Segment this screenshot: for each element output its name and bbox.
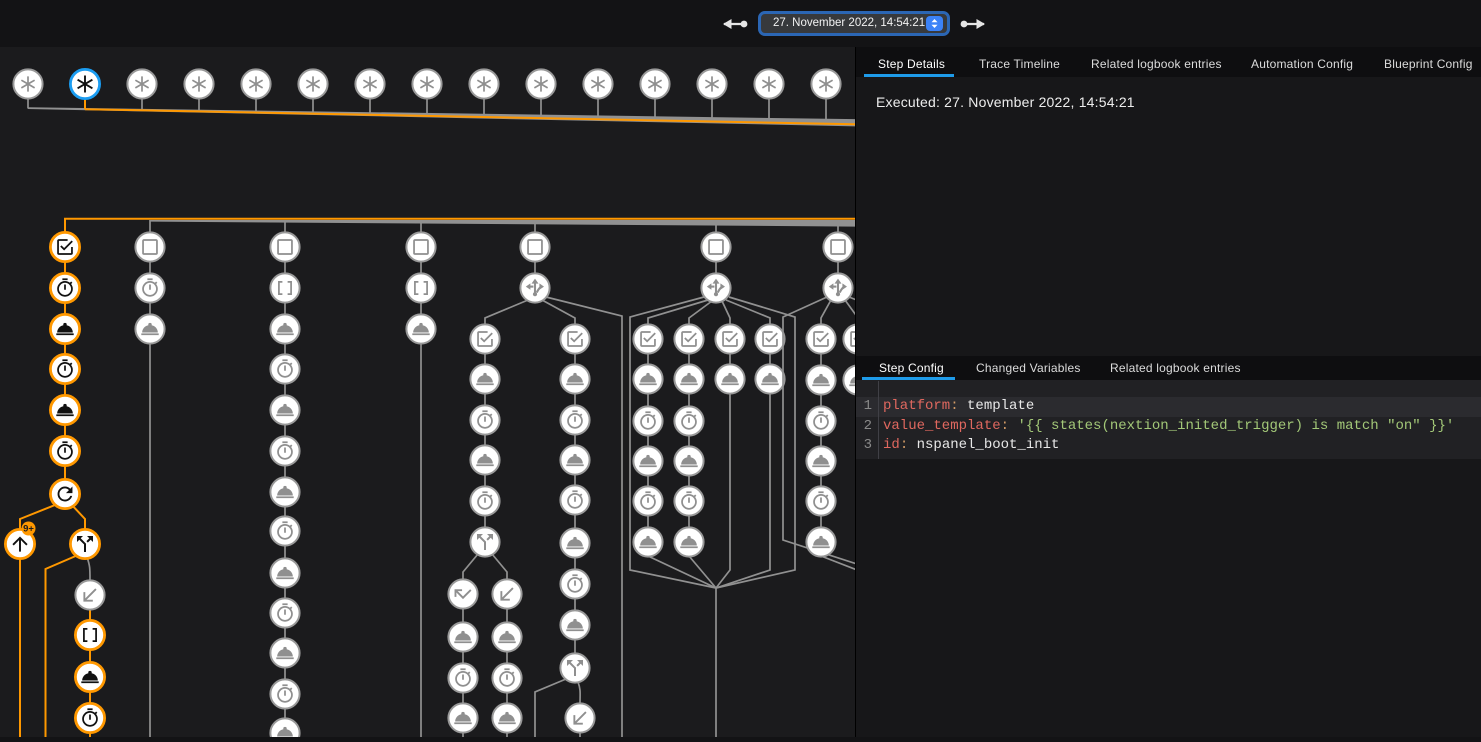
svg-text:9+: 9+	[23, 524, 34, 535]
